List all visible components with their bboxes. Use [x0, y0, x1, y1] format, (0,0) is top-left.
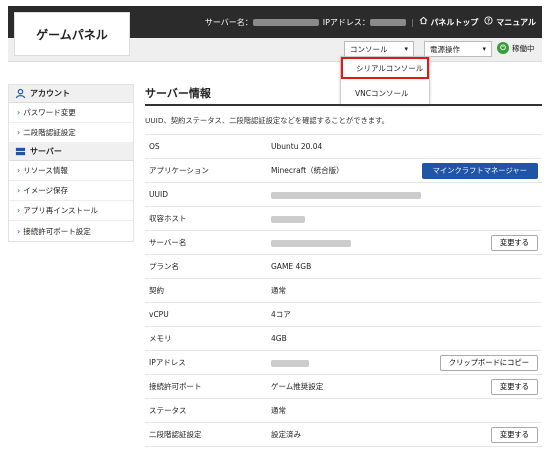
dropdown-item-serial-console[interactable]: シリアルコンソール — [341, 57, 429, 79]
server-name-redacted — [271, 239, 351, 247]
sidebar-account-header: アカウント — [9, 85, 133, 103]
sidebar-item-label: アプリ再インストール — [23, 206, 99, 215]
page-title: サーバー情報 — [145, 82, 542, 106]
row-label: アプリケーション — [149, 166, 209, 175]
server-icon — [15, 147, 26, 156]
table-row-status: ステータス 通常 — [145, 399, 542, 423]
row-label: IPアドレス — [149, 358, 186, 367]
sidebar-server-header: サーバー — [9, 143, 133, 161]
table-row-ip: IPアドレス クリップボードにコピー — [145, 351, 542, 375]
table-row-allowed-ports: 接続許可ポート ゲーム推奨設定 変更する — [145, 375, 542, 399]
header-info: サーバー名： IPアドレス： | パネルトップ ? マニュアル — [204, 16, 536, 28]
row-label: サーバー名 — [149, 238, 187, 247]
copy-to-clipboard-button[interactable]: クリップボードにコピー — [439, 354, 538, 371]
row-label: OS — [149, 142, 160, 151]
power-select-label: 電源操作 — [430, 44, 460, 54]
sidebar-item-2fa[interactable]: › 二段階認証設定 — [9, 123, 133, 143]
power-icon: ⏻ — [497, 42, 509, 54]
chevron-right-icon: › — [17, 186, 21, 195]
table-row-memory: メモリ 4GB — [145, 327, 542, 351]
row-label: メモリ — [149, 334, 172, 343]
svg-text:?: ? — [487, 19, 490, 25]
manual-label: マニュアル — [496, 18, 536, 27]
home-icon — [419, 16, 428, 25]
table-row-uuid: UUID — [145, 183, 542, 207]
row-label: ステータス — [149, 406, 187, 415]
help-icon: ? — [484, 16, 493, 25]
chevron-right-icon: › — [17, 128, 21, 137]
row-value: Ubuntu 20.04 — [271, 142, 323, 151]
console-select-label: コンソール — [350, 44, 388, 54]
row-label: 接続許可ポート — [149, 382, 202, 391]
sidebar-item-image-save[interactable]: › イメージ保存 — [9, 181, 133, 201]
host-redacted — [271, 215, 305, 223]
change-ports-button[interactable]: 変更する — [490, 378, 538, 395]
table-row-contract: 契約 通常 — [145, 279, 542, 303]
user-icon — [15, 88, 26, 99]
row-value: ゲーム推奨設定 — [271, 382, 324, 391]
ip-label: IPアドレス： — [322, 17, 370, 27]
server-info-table: OS Ubuntu 20.04 アプリケーション Minecraft（統合版） … — [145, 134, 542, 447]
table-row-os: OS Ubuntu 20.04 — [145, 135, 542, 159]
row-label: 二段階認証設定 — [149, 430, 202, 439]
sidebar-item-resources[interactable]: › リソース情報 — [9, 161, 133, 181]
row-label: 契約 — [149, 286, 164, 295]
panel-top-link[interactable]: パネルトップ — [419, 16, 479, 28]
app-logo[interactable]: ゲームパネル — [14, 12, 130, 56]
sidebar-account-group: アカウント › パスワード変更 › 二段階認証設定 サーバー › リソース情報 … — [8, 84, 134, 242]
row-label: UUID — [149, 190, 168, 199]
row-value: GAME 4GB — [271, 262, 312, 271]
sidebar-item-label: 接続許可ポート設定 — [23, 226, 91, 236]
table-row-plan: プラン名 GAME 4GB — [145, 255, 542, 279]
chevron-down-icon: ▾ — [482, 45, 486, 53]
row-label: 収容ホスト — [149, 214, 187, 223]
minecraft-manager-button[interactable]: マインクラフトマネージャー — [421, 162, 538, 179]
sidebar-server-title: サーバー — [30, 147, 62, 156]
table-row-application: アプリケーション Minecraft（統合版） マインクラフトマネージャー — [145, 159, 542, 183]
sidebar-item-app-reinstall[interactable]: › アプリ再インストール — [9, 201, 133, 221]
row-label: プラン名 — [149, 262, 179, 271]
sidebar-item-label: リソース情報 — [23, 166, 68, 175]
uuid-redacted — [271, 191, 421, 199]
ip-redacted — [369, 18, 406, 26]
change-2fa-button[interactable]: 変更する — [490, 426, 538, 443]
server-name-label: サーバー名： — [204, 17, 253, 27]
row-value: 設定済み — [271, 430, 301, 439]
manual-link[interactable]: ? マニュアル — [484, 16, 536, 28]
sidebar-item-label: パスワード変更 — [23, 108, 76, 117]
sidebar-item-label: 二段階認証設定 — [23, 128, 76, 137]
table-row-server-name: サーバー名 変更する — [145, 231, 542, 255]
sidebar: アカウント › パスワード変更 › 二段階認証設定 サーバー › リソース情報 … — [8, 84, 134, 248]
sidebar-item-port-settings[interactable]: › 接続許可ポート設定 — [9, 221, 133, 241]
server-status: ⏻ 稼働中 — [497, 42, 535, 54]
chevron-right-icon: › — [17, 206, 21, 215]
page-description: UUID、契約ステータス、二段階認証設定などを確認することができます。 — [145, 116, 389, 125]
row-value: 通常 — [271, 406, 286, 415]
console-select[interactable]: コンソール ▾ — [344, 41, 414, 57]
row-value: Minecraft（統合版） — [271, 166, 344, 175]
status-label: 稼働中 — [512, 43, 535, 53]
panel-top-label: パネルトップ — [430, 18, 479, 27]
row-value: 4GB — [271, 334, 287, 343]
ip-address-redacted — [271, 359, 309, 367]
chevron-right-icon: › — [17, 226, 21, 236]
change-server-name-button[interactable]: 変更する — [490, 234, 538, 251]
server-name-redacted — [252, 18, 319, 26]
row-value: 通常 — [271, 286, 286, 295]
sidebar-account-title: アカウント — [30, 89, 70, 98]
row-value: 4コア — [271, 310, 291, 319]
chevron-down-icon: ▾ — [404, 45, 408, 53]
main-content: サーバー情報 UUID、契約ステータス、二段階認証設定などを確認することができま… — [145, 82, 542, 447]
row-label: vCPU — [149, 310, 169, 319]
sidebar-item-password[interactable]: › パスワード変更 — [9, 103, 133, 123]
table-row-host: 収容ホスト — [145, 207, 542, 231]
chevron-right-icon: › — [17, 166, 21, 175]
table-row-2fa: 二段階認証設定 設定済み 変更する — [145, 423, 542, 447]
table-row-vcpu: vCPU 4コア — [145, 303, 542, 327]
chevron-right-icon: › — [17, 108, 21, 117]
power-select[interactable]: 電源操作 ▾ — [424, 41, 492, 57]
sidebar-item-label: イメージ保存 — [23, 186, 69, 195]
